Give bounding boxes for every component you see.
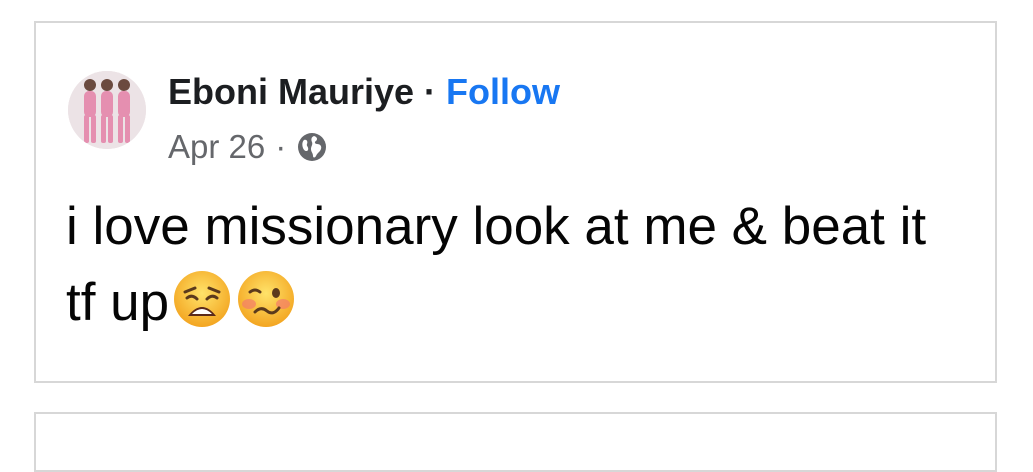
next-post-card xyxy=(34,412,997,472)
post-card: Eboni Mauriye · Follow Apr 26 · i love m… xyxy=(34,21,997,383)
avatar-image xyxy=(68,71,146,149)
post-header: Eboni Mauriye · Follow xyxy=(168,69,560,115)
weary-face-emoji xyxy=(171,268,233,351)
post-meta: Apr 26 · xyxy=(168,127,328,167)
follow-button[interactable]: Follow xyxy=(446,69,560,115)
globe-icon xyxy=(296,131,328,163)
meta-separator: · xyxy=(275,128,287,165)
avatar[interactable] xyxy=(68,71,146,149)
post-date[interactable]: Apr 26 xyxy=(168,128,265,166)
author-name[interactable]: Eboni Mauriye xyxy=(168,69,414,115)
post-body: i love missionary look at me & beat it t… xyxy=(66,189,966,351)
woozy-face-emoji xyxy=(235,268,297,351)
header-separator: · xyxy=(424,71,437,112)
